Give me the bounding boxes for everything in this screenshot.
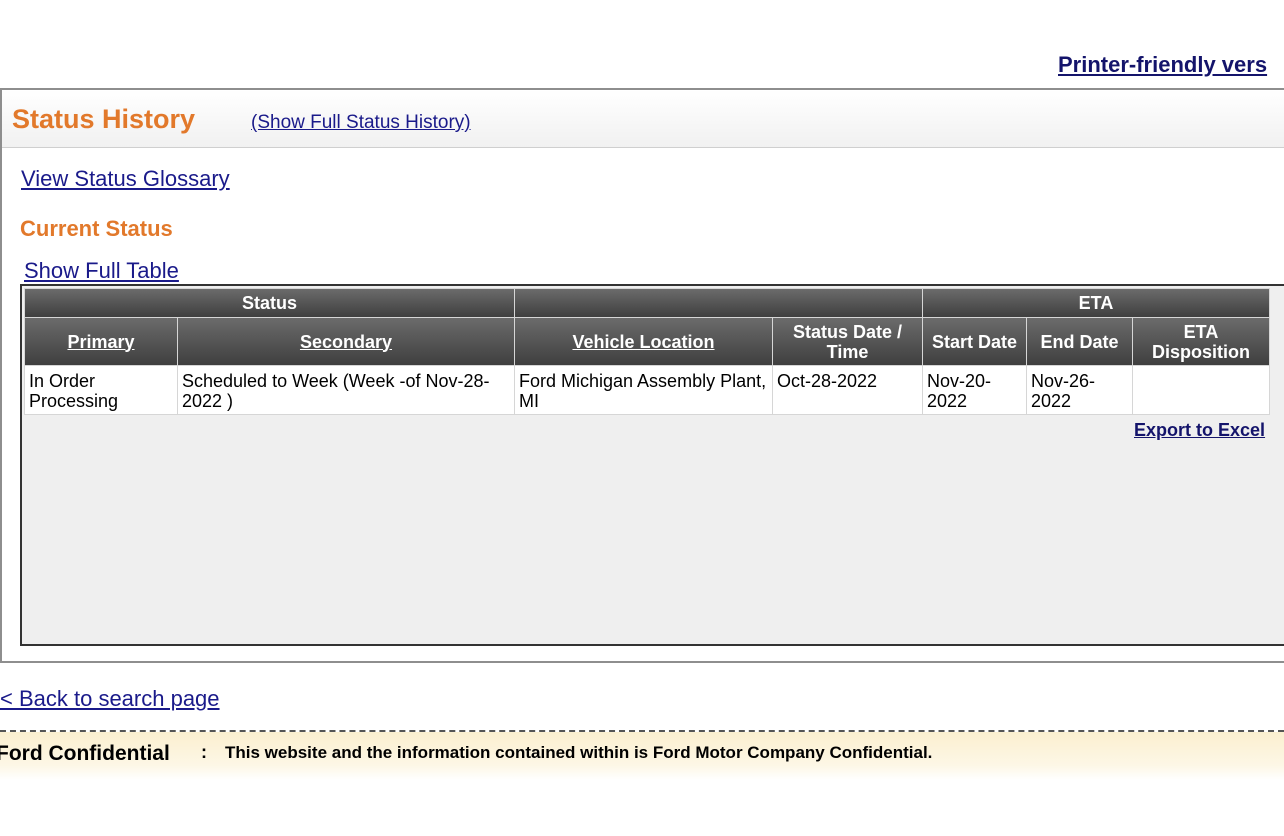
confidential-footer: Ford Confidential : This website and the…: [0, 730, 1284, 780]
cell-vehicle-location: Ford Michigan Assembly Plant, MI: [515, 366, 772, 414]
show-full-status-history-link[interactable]: (Show Full Status History): [251, 112, 471, 134]
show-full-table-link[interactable]: Show Full Table: [24, 258, 179, 284]
export-to-excel-link[interactable]: Export to Excel: [1134, 420, 1265, 441]
cell-primary: In Order Processing: [25, 366, 177, 414]
column-header-end-date: End Date: [1027, 318, 1132, 365]
footer-text: This website and the information contain…: [225, 743, 933, 762]
panel-header: Status History (Show Full Status History…: [2, 90, 1284, 148]
status-table-container: Status ETA Primary Secondary Vehicle Loc…: [20, 284, 1284, 646]
printer-friendly-link[interactable]: Printer-friendly vers: [1058, 52, 1267, 78]
table-row: In Order Processing Scheduled to Week (W…: [25, 366, 1269, 414]
cell-secondary: Scheduled to Week (Week -of Nov-28-2022 …: [178, 366, 514, 414]
blank-group-header: [515, 289, 922, 317]
view-status-glossary-link[interactable]: View Status Glossary: [21, 166, 230, 192]
column-header-eta-disposition: ETA Disposition: [1133, 318, 1269, 365]
group-header-row: Status ETA: [25, 289, 1269, 317]
cell-end-date: Nov-26-2022: [1027, 366, 1132, 414]
column-header-vehicle-location[interactable]: Vehicle Location: [515, 318, 772, 365]
cell-eta-disposition: [1133, 366, 1269, 414]
column-header-secondary[interactable]: Secondary: [178, 318, 514, 365]
column-header-start-date: Start Date: [923, 318, 1026, 365]
cell-start-date: Nov-20-2022: [923, 366, 1026, 414]
eta-group-header: ETA: [923, 289, 1269, 317]
cell-status-date-time: Oct-28-2022: [773, 366, 922, 414]
footer-separator: :: [201, 742, 207, 762]
column-header-row: Primary Secondary Vehicle Location Statu…: [25, 318, 1269, 365]
column-header-status-date-time: Status Date / Time: [773, 318, 922, 365]
back-to-search-link[interactable]: < Back to search page: [0, 686, 220, 712]
column-header-primary[interactable]: Primary: [25, 318, 177, 365]
panel-title: Status History: [12, 104, 196, 134]
status-table: Status ETA Primary Secondary Vehicle Loc…: [24, 288, 1270, 415]
current-status-heading: Current Status: [20, 216, 173, 241]
footer-title: Ford Confidential: [0, 742, 170, 765]
status-group-header: Status: [25, 289, 514, 317]
